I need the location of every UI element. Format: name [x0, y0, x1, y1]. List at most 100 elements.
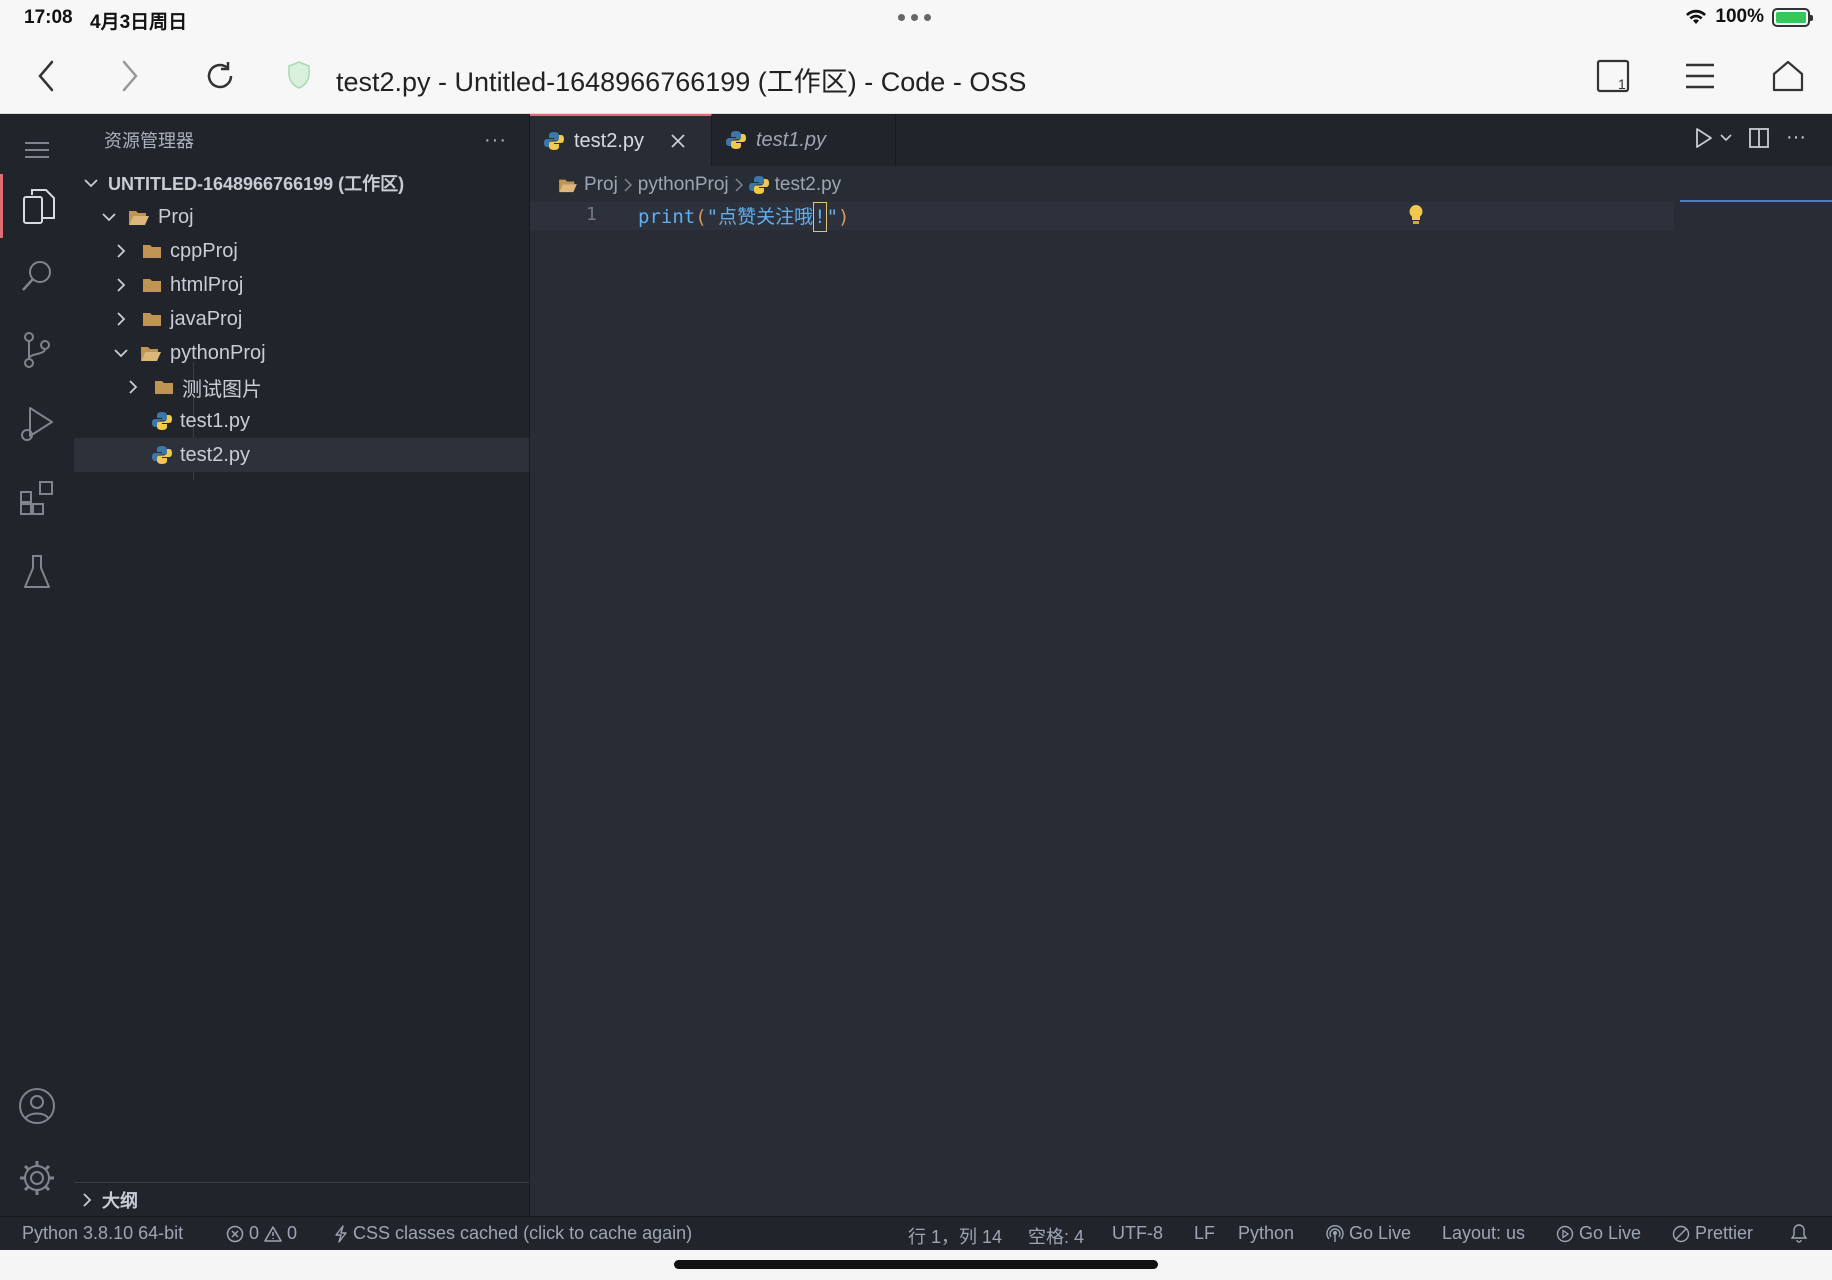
- back-icon[interactable]: [24, 54, 68, 98]
- tab-test1[interactable]: test1.py: [712, 114, 896, 166]
- chevron-down-icon: [110, 348, 132, 358]
- cursor-position[interactable]: 行 1，列 14: [908, 1223, 1002, 1249]
- code-line[interactable]: print("点赞关注哦!"): [638, 202, 849, 232]
- line-ending[interactable]: LF: [1194, 1223, 1215, 1244]
- folder-icon: [142, 277, 162, 293]
- bell-icon[interactable]: [1790, 1223, 1808, 1243]
- prettier-status[interactable]: Prettier: [1672, 1223, 1753, 1244]
- breadcrumb-item[interactable]: Proj: [584, 174, 618, 196]
- breadcrumb-item[interactable]: pythonProj: [638, 174, 729, 196]
- editor-area: test2.py test1.py ··· Proj pythonProj te…: [530, 114, 1832, 1216]
- chevron-right-icon: [735, 178, 743, 192]
- multitask-dots-icon[interactable]: [898, 14, 931, 21]
- lightbulb-icon[interactable]: [1408, 204, 1424, 231]
- breadcrumb: Proj pythonProj test2.py: [558, 170, 841, 200]
- chevron-down-icon[interactable]: [1720, 133, 1732, 142]
- problems-indicator[interactable]: 0 0: [226, 1223, 297, 1244]
- code-paren: (: [695, 206, 707, 228]
- error-count: 0: [249, 1223, 260, 1243]
- status-right: 100%: [1685, 6, 1813, 28]
- code-function: print: [638, 206, 696, 228]
- minimap[interactable]: [1680, 200, 1832, 202]
- go-live-label: Go Live: [1349, 1223, 1412, 1243]
- tree-item-test2[interactable]: test2.py: [74, 438, 529, 472]
- svg-text:1: 1: [1618, 76, 1626, 92]
- tree-item-test1[interactable]: test1.py: [74, 404, 529, 438]
- chevron-right-icon: [624, 178, 632, 192]
- tree-item-label: pythonProj: [170, 341, 266, 364]
- status-time: 17:08: [24, 7, 73, 28]
- tree-item-label: javaProj: [170, 307, 243, 330]
- run-icon[interactable]: [1694, 127, 1714, 149]
- tab-bar: test2.py test1.py ···: [530, 114, 1832, 166]
- tabs-icon[interactable]: 1: [1592, 54, 1636, 98]
- close-icon[interactable]: [670, 133, 686, 149]
- home-icon[interactable]: [1766, 54, 1810, 98]
- explorer-sidebar: 资源管理器 ··· UNTITLED-1648966766199 (工作区) P…: [74, 114, 530, 1216]
- folder-open-icon: [558, 177, 578, 193]
- go-live-label: Go Live: [1579, 1223, 1642, 1243]
- sidebar-header: 资源管理器 ···: [74, 114, 529, 166]
- tab-test2[interactable]: test2.py: [530, 114, 712, 166]
- tree-item-workspace[interactable]: UNTITLED-1648966766199 (工作区): [74, 166, 529, 200]
- browser-toolbar: test2.py - Untitled-1648966766199 (工作区) …: [0, 38, 1832, 114]
- tree-item-htmlproj[interactable]: htmlProj: [74, 268, 529, 302]
- python-file-icon: [152, 445, 172, 465]
- language-mode[interactable]: Python: [1238, 1223, 1294, 1244]
- indentation[interactable]: 空格: 4: [1028, 1223, 1084, 1249]
- run-debug-icon[interactable]: [0, 394, 74, 454]
- vscode-window: 资源管理器 ··· UNTITLED-1648966766199 (工作区) P…: [0, 114, 1832, 1250]
- reload-icon[interactable]: [198, 54, 242, 98]
- python-interpreter[interactable]: Python 3.8.10 64-bit: [22, 1223, 183, 1244]
- folder-icon: [154, 379, 174, 395]
- code-quote: ": [706, 206, 719, 228]
- sidebar-title: 资源管理器: [104, 131, 194, 151]
- warning-icon: [264, 1225, 282, 1242]
- chevron-right-icon: [122, 380, 144, 394]
- more-actions-icon[interactable]: ···: [1786, 126, 1806, 149]
- css-cache-status[interactable]: CSS classes cached (click to cache again…: [334, 1223, 692, 1244]
- menu-icon[interactable]: [1678, 54, 1722, 98]
- testing-icon[interactable]: [0, 542, 74, 602]
- forward-icon[interactable]: [108, 54, 152, 98]
- breadcrumb-item[interactable]: test2.py: [775, 174, 842, 196]
- go-live-button-2[interactable]: Go Live: [1556, 1223, 1641, 1244]
- tab-label: test1.py: [756, 128, 827, 151]
- tree-item-proj[interactable]: Proj: [74, 200, 529, 234]
- more-actions-icon[interactable]: ···: [484, 129, 507, 152]
- css-cache-label: CSS classes cached (click to cache again…: [353, 1223, 693, 1243]
- prohibited-icon: [1672, 1225, 1690, 1242]
- keyboard-layout[interactable]: Layout: us: [1442, 1223, 1525, 1244]
- split-editor-icon[interactable]: [1748, 127, 1770, 149]
- home-indicator-area: [0, 1250, 1832, 1280]
- explorer-icon[interactable]: [0, 174, 74, 238]
- tree-item-cppproj[interactable]: cppProj: [74, 234, 529, 268]
- folder-icon: [142, 243, 162, 259]
- ios-status-bar: 17:08 4月3日周日 100%: [0, 0, 1832, 38]
- tree-item-label: UNTITLED-1648966766199 (工作区): [108, 174, 405, 194]
- text-cursor: !: [813, 202, 827, 232]
- tree-item-pythonproj[interactable]: pythonProj: [74, 336, 529, 370]
- chevron-down-icon: [98, 212, 120, 222]
- menu-toggle-icon[interactable]: [0, 120, 74, 180]
- battery-percent: 100%: [1715, 6, 1764, 27]
- accounts-icon[interactable]: [0, 1076, 74, 1136]
- code-paren: ): [838, 206, 850, 228]
- activity-bar: [0, 114, 74, 1216]
- tree-item-label: 测试图片: [182, 378, 262, 401]
- settings-icon[interactable]: [0, 1148, 74, 1208]
- encoding[interactable]: UTF-8: [1112, 1223, 1163, 1244]
- source-control-icon[interactable]: [0, 320, 74, 380]
- tree-item-label: test2.py: [180, 443, 251, 466]
- tree-item-test-images[interactable]: 测试图片: [74, 370, 529, 404]
- lightning-icon: [335, 1224, 347, 1243]
- wifi-icon: [1686, 9, 1707, 24]
- tree-item-javaproj[interactable]: javaProj: [74, 302, 529, 336]
- outline-section[interactable]: 大纲: [74, 1182, 529, 1216]
- go-live-button[interactable]: Go Live: [1326, 1223, 1411, 1244]
- search-icon[interactable]: [0, 246, 74, 306]
- status-date: 4月3日周日: [90, 12, 188, 33]
- home-indicator[interactable]: [674, 1260, 1158, 1269]
- extensions-icon[interactable]: [0, 468, 74, 528]
- vscode-status-bar: Python 3.8.10 64-bit 0 0 CSS classes cac…: [0, 1216, 1832, 1250]
